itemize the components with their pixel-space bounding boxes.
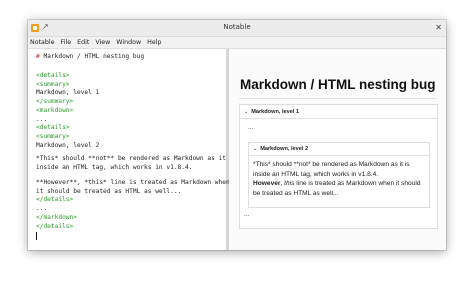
editor-line: </details> [36, 222, 74, 230]
chevron-down-icon: ⌄ [244, 109, 249, 115]
editor-line: </summary> [36, 98, 74, 106]
editor-line: ... [36, 115, 48, 123]
menu-notable[interactable]: Notable [30, 37, 55, 48]
editor-line: </markdown> [36, 213, 77, 221]
heading-mark: # [36, 53, 40, 60]
editor-heading-line: # Markdown / HTML nesting bug [36, 53, 144, 62]
editor-line: inside an HTML tag, which works in v1.8.… [36, 163, 193, 171]
summary-level-1-label: Markdown, level 1 [251, 109, 300, 115]
body-em-this: this [284, 180, 295, 187]
markdown-editor[interactable]: # Markdown / HTML nesting bug <details> … [28, 49, 237, 250]
ellipsis-text: ... [244, 211, 250, 218]
chevron-down-icon: ⌄ [253, 146, 258, 152]
details-level-1: ⌄ Markdown, level 1 ... ⌄ Markdown, level … [239, 104, 438, 229]
title-divider [239, 98, 436, 99]
menu-file[interactable]: File [61, 37, 72, 48]
markdown-preview: Markdown / HTML nesting bug ⌄ Markdown, l… [229, 49, 446, 250]
body-line-1: *This* should **not* be rendered as Mark… [253, 161, 410, 178]
editor-line: <summary> [36, 132, 70, 140]
window-title: Notable [223, 23, 251, 31]
text-cursor [36, 232, 37, 240]
editor-line: </details> [36, 196, 74, 204]
summary-level-2[interactable]: ⌄ Markdown, level 2 [253, 146, 308, 152]
body-bold-however: However [253, 180, 281, 187]
close-icon[interactable]: ✕ [435, 23, 442, 33]
details-divider [249, 155, 429, 156]
preview-title: Markdown / HTML nesting bug [240, 77, 436, 92]
editor-line: it should be treated as HTML as well... [36, 187, 182, 195]
menu-bar: Notable File Edit View Window Help [28, 37, 446, 49]
editor-line: <details> [36, 124, 70, 132]
editor-line: <summary> [36, 80, 70, 88]
menu-edit[interactable]: Edit [77, 37, 89, 48]
menu-window[interactable]: Window [116, 37, 141, 48]
summary-level-1[interactable]: ⌄ Markdown, level 1 [244, 109, 299, 115]
editor-line: **However**, *this* line is treated as M… [36, 179, 230, 186]
ellipsis-text: ... [248, 124, 254, 131]
editor-line: <markdown> [36, 106, 74, 114]
editor-line: *This* should **not** be rendered as Mar… [36, 155, 238, 162]
heading-text: Markdown / HTML nesting bug [43, 53, 145, 60]
details-divider [240, 118, 437, 119]
editor-line: ... [36, 205, 48, 213]
menu-view[interactable]: View [95, 37, 110, 48]
editor-line: Markdown, level 2 [36, 141, 100, 149]
menu-help[interactable]: Help [147, 37, 161, 48]
title-bar[interactable]: ↗ Notable ✕ [28, 20, 446, 37]
details-level-2: ⌄ Markdown, level 2 *This* should **not* … [248, 142, 430, 208]
summary-level-2-label: Markdown, level 2 [260, 146, 309, 152]
editor-line: <details> [36, 72, 70, 79]
editor-line: Markdown, level 1 [36, 89, 100, 97]
details-body: *This* should **not* be rendered as Mark… [253, 160, 425, 198]
app-window: ↗ Notable ✕ Notable File Edit View Windo… [28, 20, 446, 250]
